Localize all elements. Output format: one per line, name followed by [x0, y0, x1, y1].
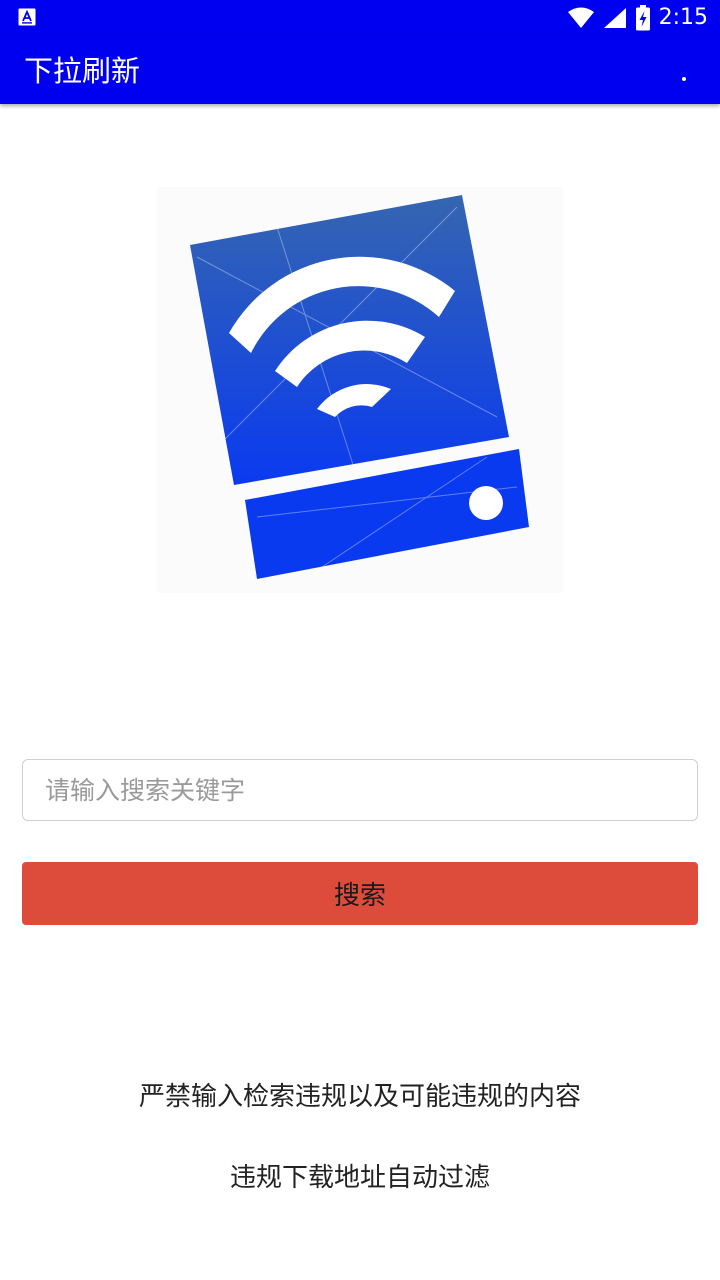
notification-a-icon [18, 8, 36, 26]
search-button[interactable]: 搜索 [22, 862, 698, 925]
notice-text-prohibited: 严禁输入检索违规以及可能违规的内容 [138, 1082, 581, 1112]
wifi-icon [567, 7, 594, 28]
notice-text-filter: 违规下载地址自动过滤 [229, 1163, 490, 1193]
app-bar: 下拉刷新 [0, 36, 720, 104]
wifi-drive-logo [157, 187, 563, 593]
battery-charging-icon [635, 5, 650, 31]
status-icons: 2:15 [567, 4, 708, 32]
status-time: 2:15 [658, 5, 708, 30]
status-bar: 2:15 [0, 0, 720, 36]
overflow-menu-icon[interactable] [674, 60, 694, 84]
search-input[interactable] [22, 759, 698, 821]
cell-signal-icon [603, 8, 626, 28]
app-title: 下拉刷新 [24, 54, 141, 88]
